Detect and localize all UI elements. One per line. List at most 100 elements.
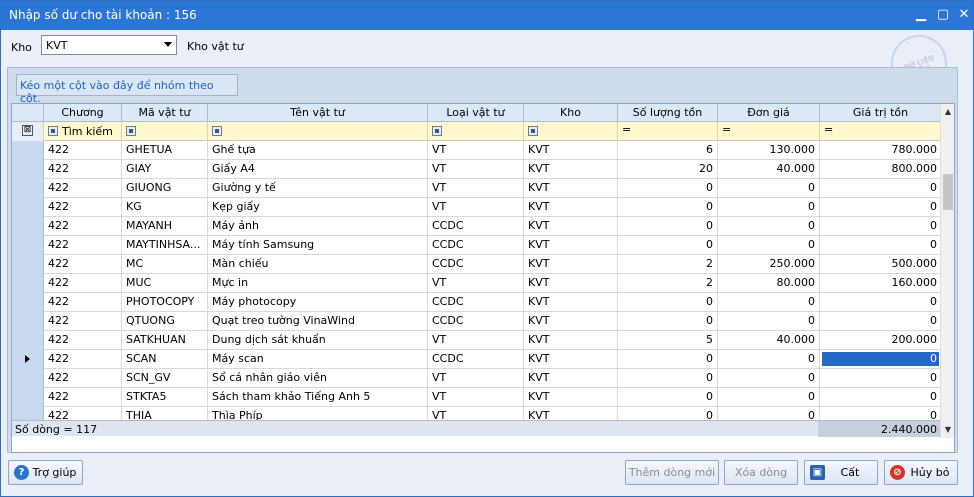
cell-kho[interactable]: KVT: [524, 274, 618, 293]
cell-dg[interactable]: 0: [718, 236, 820, 255]
filter-chuong[interactable]: Tìm kiếm: [44, 122, 122, 141]
table-row[interactable]: 422 MUC Mực in VT KVT 2 80.000 160.000: [12, 274, 942, 293]
cell-dg[interactable]: 0: [718, 179, 820, 198]
cell-sl[interactable]: 0: [618, 293, 718, 312]
cell-loai[interactable]: VT: [428, 274, 524, 293]
cell-gt[interactable]: 0: [820, 407, 942, 420]
cell-chuong[interactable]: 422: [44, 274, 122, 293]
cell-dg[interactable]: 40.000: [718, 160, 820, 179]
cell-kho[interactable]: KVT: [524, 312, 618, 331]
help-button[interactable]: ? Trợ giúp: [8, 460, 83, 485]
cell-gt[interactable]: 0: [820, 179, 942, 198]
filter-gia-tri-ton[interactable]: =: [820, 122, 942, 141]
filter-option-icon[interactable]: [212, 126, 222, 136]
cell-kho[interactable]: KVT: [524, 388, 618, 407]
cell-kho[interactable]: KVT: [524, 179, 618, 198]
cell-chuong[interactable]: 422: [44, 236, 122, 255]
cell-sl[interactable]: 0: [618, 198, 718, 217]
cell-gt[interactable]: 0: [820, 217, 942, 236]
row-indicator[interactable]: [12, 293, 44, 312]
cell-ma[interactable]: SCN_GV: [122, 369, 208, 388]
row-indicator[interactable]: [12, 331, 44, 350]
cancel-button[interactable]: ⊘ Hủy bỏ: [884, 460, 958, 485]
cell-ma[interactable]: GIUONG: [122, 179, 208, 198]
cell-loai[interactable]: VT: [428, 331, 524, 350]
cell-ten[interactable]: Giấy A4: [208, 160, 428, 179]
cell-loai[interactable]: VT: [428, 198, 524, 217]
header-ma-vat-tu[interactable]: Mã vật tư: [122, 104, 208, 122]
cell-sl[interactable]: 0: [618, 312, 718, 331]
row-indicator[interactable]: [12, 350, 44, 369]
cell-dg[interactable]: 0: [718, 217, 820, 236]
header-kho[interactable]: Kho: [524, 104, 618, 122]
cell-dg[interactable]: 0: [718, 369, 820, 388]
cell-ma[interactable]: MC: [122, 255, 208, 274]
cell-ma[interactable]: QTUONG: [122, 312, 208, 331]
group-by-box[interactable]: Kéo một cột vào đây để nhóm theo cột.: [16, 74, 238, 105]
cell-sl[interactable]: 2: [618, 274, 718, 293]
cell-ma[interactable]: MUC: [122, 274, 208, 293]
cell-dg[interactable]: 250.000: [718, 255, 820, 274]
cell-gt[interactable]: 780.000: [820, 141, 942, 160]
filter-equals-icon[interactable]: =: [622, 123, 631, 136]
table-row[interactable]: 422 SCAN Máy scan CCDC KVT 0 0 0: [12, 350, 942, 369]
cell-loai[interactable]: CCDC: [428, 312, 524, 331]
header-ten-vat-tu[interactable]: Tên vật tư: [208, 104, 428, 122]
cell-chuong[interactable]: 422: [44, 141, 122, 160]
cell-kho[interactable]: KVT: [524, 141, 618, 160]
header-so-luong-ton[interactable]: Số lượng tồn: [618, 104, 718, 122]
close-icon[interactable]: ✕: [956, 7, 972, 23]
cell-ma[interactable]: GIAY: [122, 160, 208, 179]
row-indicator[interactable]: [12, 369, 44, 388]
cell-chuong[interactable]: 422: [44, 312, 122, 331]
minimize-icon[interactable]: ▁: [913, 7, 929, 23]
header-loai-vat-tu[interactable]: Loại vật tư: [428, 104, 524, 122]
cell-ten[interactable]: Quạt treo tường VinaWind: [208, 312, 428, 331]
cell-chuong[interactable]: 422: [44, 293, 122, 312]
cell-loai[interactable]: VT: [428, 369, 524, 388]
filter-option-icon[interactable]: [432, 126, 442, 136]
cell-loai[interactable]: VT: [428, 141, 524, 160]
cell-ma[interactable]: KG: [122, 198, 208, 217]
cell-dg[interactable]: 0: [718, 407, 820, 420]
cell-ten[interactable]: Máy ảnh: [208, 217, 428, 236]
row-indicator[interactable]: [12, 312, 44, 331]
filter-loai-vat-tu[interactable]: [428, 122, 524, 141]
table-row[interactable]: 422 SATKHUAN Dung dịch sát khuẩn VT KVT 5 40.0…: [12, 331, 942, 350]
cell-sl[interactable]: 6: [618, 141, 718, 160]
scroll-up-icon[interactable]: ▲: [941, 104, 954, 120]
cell-ten[interactable]: Giường y tế: [208, 179, 428, 198]
table-row[interactable]: 422 GHETUA Ghế tựa VT KVT 6 130.000 780.000: [12, 141, 942, 160]
cell-ten[interactable]: Dung dịch sát khuẩn: [208, 331, 428, 350]
cell-loai[interactable]: VT: [428, 388, 524, 407]
save-button[interactable]: ▣ Cất: [804, 460, 878, 485]
cell-kho[interactable]: KVT: [524, 198, 618, 217]
header-don-gia[interactable]: Đơn giá: [718, 104, 820, 122]
table-row[interactable]: 422 GIAY Giấy A4 VT KVT 20 40.000 800.000: [12, 160, 942, 179]
cell-loai[interactable]: CCDC: [428, 350, 524, 369]
cell-loai[interactable]: VT: [428, 160, 524, 179]
cell-ten[interactable]: Máy tính Samsung: [208, 236, 428, 255]
table-row[interactable]: 422 MC Màn chiếu CCDC KVT 2 250.000 500.000: [12, 255, 942, 274]
filter-don-gia[interactable]: =: [718, 122, 820, 141]
cell-kho[interactable]: KVT: [524, 331, 618, 350]
filter-equals-icon[interactable]: =: [722, 123, 731, 136]
cell-ma[interactable]: SCAN: [122, 350, 208, 369]
row-indicator[interactable]: [12, 274, 44, 293]
cell-chuong[interactable]: 422: [44, 350, 122, 369]
cell-loai[interactable]: CCDC: [428, 236, 524, 255]
table-row[interactable]: 422 MAYTINHSA... Máy tính Samsung CCDC KVT 0 0…: [12, 236, 942, 255]
cell-sl[interactable]: 2: [618, 255, 718, 274]
table-row[interactable]: 422 QTUONG Quạt treo tường VinaWind CCDC KVT…: [12, 312, 942, 331]
cell-kho[interactable]: KVT: [524, 236, 618, 255]
table-row[interactable]: 422 KG Kẹp giấy VT KVT 0 0 0: [12, 198, 942, 217]
cell-kho[interactable]: KVT: [524, 369, 618, 388]
scroll-thumb[interactable]: [943, 174, 953, 210]
cell-gt[interactable]: 0: [820, 369, 942, 388]
cell-ma[interactable]: GHETUA: [122, 141, 208, 160]
cell-gt[interactable]: 160.000: [820, 274, 942, 293]
cell-ma[interactable]: SATKHUAN: [122, 331, 208, 350]
table-row[interactable]: 422 STKTA5 Sách tham khảo Tiếng Anh 5 VT KVT…: [12, 388, 942, 407]
clear-filter-icon[interactable]: ⊠: [22, 125, 33, 136]
cell-dg[interactable]: 0: [718, 388, 820, 407]
